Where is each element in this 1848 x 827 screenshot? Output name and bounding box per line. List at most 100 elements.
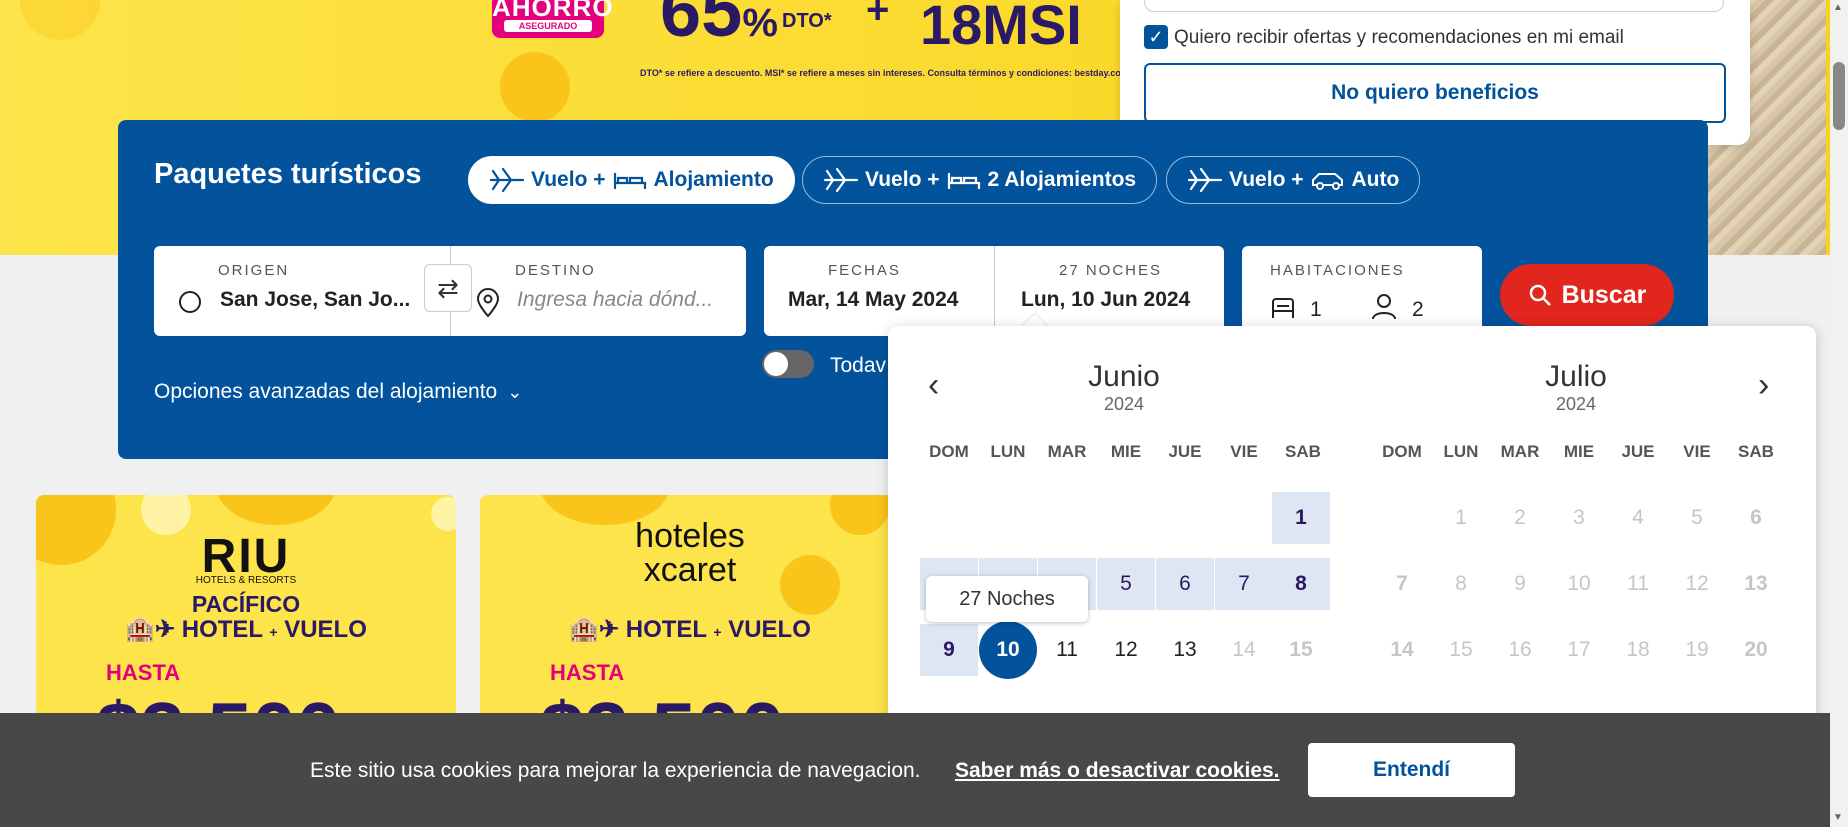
scrollbar-thumb[interactable] [1833, 62, 1845, 130]
calendar-day[interactable]: 12 [1097, 624, 1155, 676]
scroll-up-icon[interactable]: ▲ [1833, 2, 1843, 13]
right-month-header: Julio 2024 [1545, 360, 1607, 414]
weekday-header: SAB [1285, 442, 1321, 461]
savings-badge: AHORRO ASEGURADO [492, 0, 613, 38]
riu-logo-sub: HOTELS & RESORTS [195, 575, 297, 586]
weekday-header: JUE [1168, 442, 1202, 461]
tab-flight-lodging[interactable]: Vuelo + Alojamiento [468, 156, 795, 204]
weekday-header: LUN [990, 442, 1026, 461]
bed-icon [1272, 298, 1294, 318]
weekday-header: SAB [1738, 442, 1774, 461]
offers-checkbox-label: Quiero recibir ofertas y recomendaciones… [1174, 27, 1624, 48]
hero-legal-text: DTO* se refiere a descuento. MSI* se ref… [640, 68, 1129, 78]
card-product: 🏨✈ HOTEL + VUELO [125, 616, 367, 643]
rooms-count: 1 [1310, 298, 1322, 321]
nights-label: 27 NOCHES [1059, 262, 1163, 279]
calendar-day[interactable]: 1 [1272, 492, 1330, 544]
calendar-day[interactable]: 3 [1550, 492, 1608, 544]
calendar-day[interactable]: 16 [1491, 624, 1549, 676]
calendar-day[interactable]: 19 [1668, 624, 1726, 676]
calendar-day[interactable]: 10 [1550, 558, 1608, 610]
flexible-dates-toggle[interactable] [762, 350, 814, 378]
calendar-day[interactable]: 6 [1156, 558, 1214, 610]
prev-month-button[interactable]: ‹ [928, 366, 939, 405]
card-product: 🏨✈ HOTEL + VUELO [569, 616, 811, 643]
weekday-header: VIE [1683, 442, 1711, 461]
calendar-day[interactable]: 12 [1668, 558, 1726, 610]
calendar-day[interactable]: 14 [1373, 624, 1431, 676]
calendar-day[interactable]: 13 [1156, 624, 1214, 676]
origin-field[interactable]: ORIGEN San Jose, San Jo... [154, 246, 450, 336]
decor-circle [431, 497, 456, 531]
calendar-day[interactable]: 15 [1272, 624, 1330, 676]
decor-circle [20, 0, 100, 40]
calendar-day[interactable]: 7 [1373, 558, 1431, 610]
calendar-day[interactable]: 17 [1550, 624, 1608, 676]
calendar-day[interactable]: 14 [1215, 624, 1273, 676]
calendar-day[interactable]: 5 [1097, 558, 1155, 610]
swap-origin-destination-button[interactable]: ⇄ [424, 264, 472, 312]
search-button[interactable]: Buscar [1500, 264, 1674, 326]
calendar-day[interactable]: 4 [1609, 492, 1667, 544]
plane-icon [489, 167, 525, 193]
calendar-day[interactable]: 9 [920, 624, 978, 676]
calendar-day[interactable]: 13 [1727, 558, 1785, 610]
plane-icon [1187, 167, 1223, 193]
toggle-knob [764, 352, 788, 376]
weekday-header: DOM [929, 442, 969, 461]
calendar-day[interactable]: 1 [1432, 492, 1490, 544]
return-date-value: Lun, 10 Jun 2024 [1021, 288, 1191, 311]
discount-suffix: DTO* [782, 10, 832, 32]
left-month-header: Junio 2024 [1088, 360, 1160, 414]
cookie-accept-button[interactable]: Entendí [1308, 743, 1515, 797]
page-scrollbar[interactable]: ▲ ▼ [1830, 0, 1848, 827]
calendar-day[interactable]: 9 [1491, 558, 1549, 610]
weekday-header: MIE [1110, 442, 1142, 461]
dates-label: FECHAS [828, 262, 901, 279]
departure-date-field[interactable]: FECHAS Mar, 14 May 2024 [764, 246, 994, 336]
calendar-day[interactable]: 11 [1038, 624, 1096, 676]
offers-checkbox[interactable]: ✓ [1144, 25, 1168, 49]
tab-flight-car[interactable]: Vuelo + Auto [1166, 156, 1421, 204]
destination-field[interactable]: DESTINO Ingresa hacia dónd... [450, 246, 746, 336]
decor-circle [500, 52, 570, 122]
cookie-banner: Este sitio usa cookies para mejorar la e… [0, 713, 1830, 827]
calendar-day[interactable]: 8 [1272, 558, 1330, 610]
calendar-day[interactable]: 18 [1609, 624, 1667, 676]
calendar-day[interactable]: 2 [1491, 492, 1549, 544]
destination-input[interactable]: Ingresa hacia dónd... [517, 288, 713, 312]
email-input-edge[interactable] [1144, 0, 1724, 12]
weekday-header: VIE [1230, 442, 1258, 461]
calendar-day[interactable]: 6 [1727, 492, 1785, 544]
calendar-day[interactable]: 15 [1432, 624, 1490, 676]
calendar-day-selected[interactable]: 10 [979, 621, 1037, 679]
calendar-day[interactable]: 7 [1215, 558, 1273, 610]
origin-value: San Jose, San Jo... [220, 288, 411, 311]
msi-figure: 18MSI [920, 0, 1082, 56]
no-benefits-button[interactable]: No quiero beneficios [1144, 63, 1726, 123]
origin-label: ORIGEN [218, 262, 290, 279]
calendar-day[interactable]: 8 [1432, 558, 1490, 610]
xcaret-logo-second: xcaret [643, 551, 737, 589]
hotel-plane-icon: 🏨✈ [125, 616, 176, 643]
cookie-settings-link[interactable]: Saber más o desactivar cookies. [955, 759, 1280, 783]
calendar-day[interactable]: 11 [1609, 558, 1667, 610]
flexible-dates-label: Todav [830, 354, 887, 377]
calendar-day[interactable]: 20 [1727, 624, 1785, 676]
bed-icon [947, 173, 980, 189]
tab-flight-two-lodgings[interactable]: Vuelo + 2 Alojamientos [802, 156, 1158, 204]
next-month-button[interactable]: › [1758, 366, 1769, 405]
scroll-down-icon[interactable]: ▼ [1833, 812, 1843, 823]
rooms-label: HABITACIONES [1270, 262, 1405, 279]
person-icon [1372, 294, 1396, 320]
weekday-header: DOM [1382, 442, 1422, 461]
rooms-field[interactable]: HABITACIONES 1 2 [1242, 246, 1482, 336]
car-icon [1311, 173, 1343, 190]
bed-icon [613, 173, 646, 189]
departure-date-value: Mar, 14 May 2024 [788, 288, 959, 311]
discount-figure: 65% [660, 0, 778, 52]
panel-title: Paquetes turísticos [154, 158, 422, 190]
advanced-options-toggle[interactable]: Opciones avanzadas del alojamiento ⌄ [154, 380, 522, 404]
calendar-day[interactable]: 5 [1668, 492, 1726, 544]
weekday-header: MAR [1047, 442, 1087, 461]
